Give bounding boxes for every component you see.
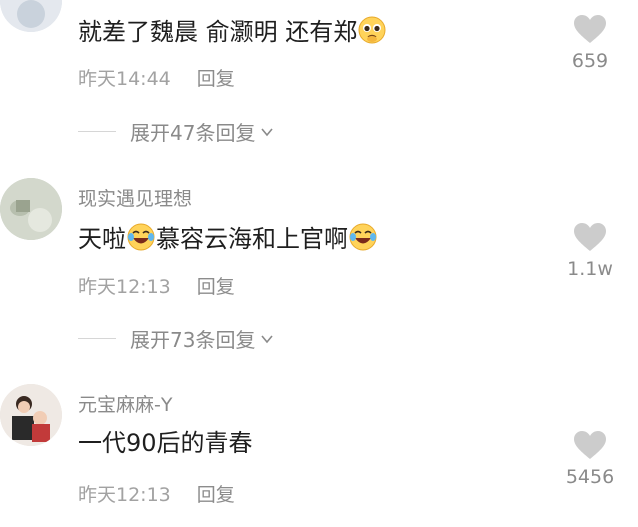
expand-replies-label: 展开73条回复 bbox=[130, 328, 256, 352]
comment-meta: 昨天14:44 回复 bbox=[78, 64, 235, 91]
comment-text-part: 慕容云海和上官啊 bbox=[156, 225, 348, 253]
pleading-face-emoji-icon bbox=[357, 15, 387, 45]
divider bbox=[78, 338, 116, 339]
avatar[interactable] bbox=[0, 384, 62, 446]
expand-replies-button[interactable]: 展开73条回复 bbox=[78, 324, 275, 353]
comment-text: 一代90后的青春 bbox=[78, 426, 253, 460]
avatar[interactable] bbox=[0, 0, 62, 32]
comment-time: 昨天14:44 bbox=[78, 68, 171, 90]
chevron-down-icon bbox=[261, 334, 274, 343]
avatar-image bbox=[0, 384, 62, 446]
like-count: 659 bbox=[571, 50, 609, 72]
expand-replies-button[interactable]: 展开47条回复 bbox=[78, 117, 275, 146]
laughing-crying-emoji-icon bbox=[126, 222, 156, 252]
heart-icon bbox=[574, 223, 606, 251]
like-button[interactable]: 5456 bbox=[560, 430, 620, 488]
comment-text: 就差了魏晨 俞灏明 还有郑 bbox=[78, 15, 387, 49]
like-button[interactable]: 1.1w bbox=[560, 222, 620, 280]
reply-button[interactable]: 回复 bbox=[197, 276, 235, 298]
expand-replies-label: 展开47条回复 bbox=[130, 121, 256, 145]
username[interactable]: 现实遇见理想 bbox=[78, 184, 192, 211]
comment-meta: 昨天12:13 回复 bbox=[78, 272, 235, 299]
divider bbox=[78, 131, 116, 132]
comment-text-part: 天啦 bbox=[78, 225, 126, 253]
like-count: 1.1w bbox=[567, 258, 613, 280]
like-button[interactable]: 659 bbox=[560, 14, 620, 72]
chevron-down-icon bbox=[261, 127, 274, 136]
username[interactable]: 元宝麻麻-Y bbox=[78, 390, 172, 417]
avatar[interactable] bbox=[0, 178, 62, 240]
avatar-image bbox=[0, 0, 62, 32]
reply-button[interactable]: 回复 bbox=[197, 484, 235, 506]
like-count: 5456 bbox=[565, 466, 615, 488]
comment-time: 昨天12:13 bbox=[78, 276, 171, 298]
comment-text-part: 就差了魏晨 俞灏明 还有郑 bbox=[78, 18, 358, 46]
comment-text-part: 一代90后的青春 bbox=[78, 429, 253, 457]
laughing-crying-emoji-icon bbox=[348, 222, 378, 252]
heart-icon bbox=[574, 15, 606, 43]
comment-time: 昨天12:13 bbox=[78, 484, 171, 506]
heart-icon bbox=[574, 431, 606, 459]
avatar-image bbox=[0, 178, 62, 240]
reply-button[interactable]: 回复 bbox=[197, 68, 235, 90]
comment-text: 天啦 慕容云海和上官啊 bbox=[78, 222, 378, 256]
comment-meta: 昨天12:13 回复 bbox=[78, 480, 235, 507]
